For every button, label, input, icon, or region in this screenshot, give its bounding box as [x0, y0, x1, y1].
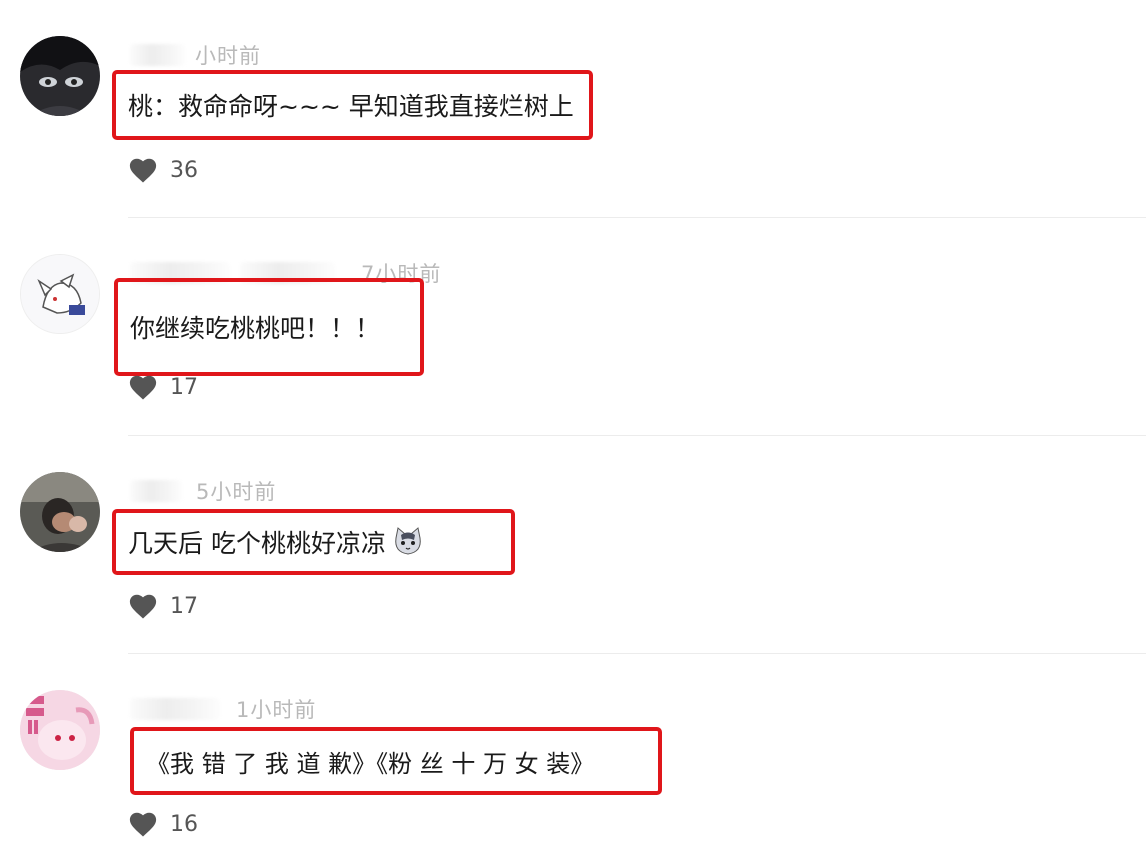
like-count: 36: [170, 157, 198, 183]
avatar[interactable]: [20, 472, 100, 552]
comment-item: 小时前 桃：救命命呀~~~ 早知道我直接烂树上 36: [0, 0, 1146, 218]
username-blurred: [130, 698, 220, 720]
comment-item: 5小时前 几天后 吃个桃桃好凉凉 17: [0, 436, 1146, 654]
comment-text: 几天后 吃个桃桃好凉凉: [128, 529, 386, 558]
comment-meta: 1小时前: [130, 694, 316, 724]
like-button[interactable]: 16: [128, 810, 198, 838]
cat-face-emoji: [392, 526, 424, 558]
highlighted-comment-text: 你继续吃桃桃吧！！！: [114, 278, 424, 376]
timestamp: 小时前: [195, 44, 261, 68]
like-button[interactable]: 17: [128, 373, 198, 401]
heart-icon: [129, 158, 157, 183]
avatar[interactable]: [20, 36, 100, 116]
heart-icon: [129, 812, 157, 837]
like-count: 17: [170, 593, 198, 619]
comment-meta: 小时前: [130, 40, 261, 70]
comment-text: 桃：救命命呀~~~ 早知道我直接烂树上: [128, 92, 574, 121]
heart-icon: [129, 375, 157, 400]
timestamp: 5小时前: [196, 480, 277, 504]
avatar[interactable]: [20, 254, 100, 334]
like-count: 16: [170, 811, 198, 837]
comment-meta: 5小时前: [130, 476, 276, 506]
highlighted-comment-text: 几天后 吃个桃桃好凉凉: [112, 509, 515, 575]
like-button[interactable]: 17: [128, 592, 198, 620]
like-button[interactable]: 36: [128, 156, 198, 184]
comment-item: 1小时前 《我 错 了 我 道 歉》《粉 丝 十 万 女 装》 16: [0, 654, 1146, 866]
username-blurred: [130, 44, 185, 66]
heart-icon: [129, 594, 157, 619]
avatar[interactable]: [20, 690, 100, 770]
highlighted-comment-text: 桃：救命命呀~~~ 早知道我直接烂树上: [112, 70, 593, 140]
timestamp: 1小时前: [236, 698, 317, 722]
comment-text: 《我 错 了 我 道 歉》《粉 丝 十 万 女 装》: [146, 749, 595, 778]
comment-text: 你继续吃桃桃吧！！！: [130, 314, 381, 343]
comment-item: 7小时前 你继续吃桃桃吧！！！ 17: [0, 218, 1146, 436]
username-blurred: [130, 480, 182, 502]
highlighted-comment-text: 《我 错 了 我 道 歉》《粉 丝 十 万 女 装》: [130, 727, 662, 795]
like-count: 17: [170, 374, 198, 400]
